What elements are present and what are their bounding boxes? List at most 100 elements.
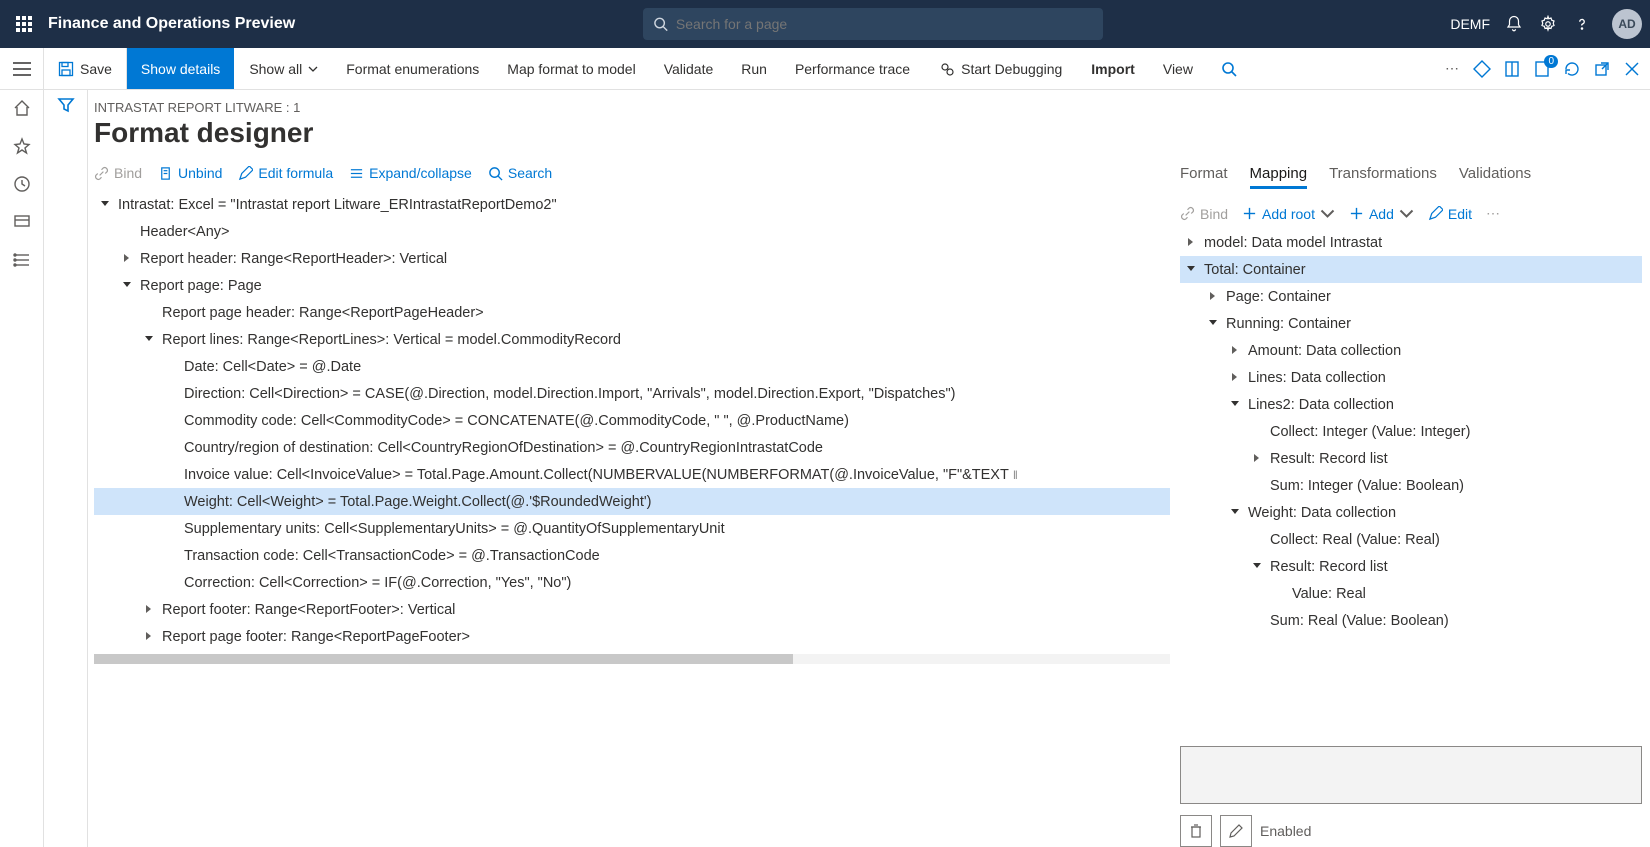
show-details-button[interactable]: Show details	[127, 48, 234, 89]
edit-detail-button[interactable]	[1220, 815, 1252, 847]
tree-node[interactable]: Date: Cell<Date> = @.Date	[94, 353, 1170, 380]
unbind-button[interactable]: Unbind	[158, 165, 222, 181]
diamond-icon[interactable]	[1472, 59, 1492, 79]
action-search-icon[interactable]	[1207, 48, 1251, 89]
start-debugging-button[interactable]: Start Debugging	[925, 48, 1076, 89]
tree-node[interactable]: Result: Record list	[1180, 553, 1642, 580]
bell-icon[interactable]	[1504, 14, 1524, 34]
save-button[interactable]: Save	[44, 48, 127, 89]
mapping-tree[interactable]: model: Data model IntrastatTotal: Contai…	[1180, 229, 1642, 634]
gear-icon[interactable]	[1538, 14, 1558, 34]
collapse-icon[interactable]	[1230, 507, 1242, 519]
help-icon[interactable]	[1572, 14, 1592, 34]
tree-node[interactable]: Result: Record list	[1180, 445, 1642, 472]
expand-icon[interactable]	[1186, 237, 1198, 249]
global-search[interactable]	[643, 8, 1103, 40]
format-tree[interactable]: Intrastat: Excel = "Intrastat report Lit…	[94, 191, 1170, 650]
office-icon[interactable]	[1502, 59, 1522, 79]
collapse-icon[interactable]	[144, 334, 156, 346]
search-tree-button[interactable]: Search	[488, 165, 552, 181]
avatar[interactable]: AD	[1612, 9, 1642, 39]
tree-node[interactable]: Country/region of destination: Cell<Coun…	[94, 434, 1170, 461]
bind-button[interactable]: Bind	[94, 165, 142, 181]
close-icon[interactable]	[1622, 59, 1642, 79]
expand-icon[interactable]	[1208, 291, 1220, 303]
expand-icon[interactable]	[122, 253, 134, 265]
tree-node[interactable]: Collect: Real (Value: Real)	[1180, 526, 1642, 553]
tree-node[interactable]: Sum: Real (Value: Boolean)	[1180, 607, 1642, 634]
tree-node[interactable]: Running: Container	[1180, 310, 1642, 337]
validate-button[interactable]: Validate	[650, 48, 728, 89]
add-root-button[interactable]: Add root	[1242, 206, 1335, 222]
star-icon[interactable]	[12, 136, 32, 156]
view-button[interactable]: View	[1149, 48, 1207, 89]
tree-node[interactable]: Supplementary units: Cell<SupplementaryU…	[94, 515, 1170, 542]
mapping-bind-button[interactable]: Bind	[1180, 206, 1228, 222]
run-button[interactable]: Run	[727, 48, 781, 89]
expand-collapse-button[interactable]: Expand/collapse	[349, 165, 472, 181]
tree-node[interactable]: Sum: Integer (Value: Boolean)	[1180, 472, 1642, 499]
tab-validations[interactable]: Validations	[1459, 161, 1531, 189]
filter-icon[interactable]	[57, 96, 75, 847]
tree-node[interactable]: Correction: Cell<Correction> = IF(@.Corr…	[94, 569, 1170, 596]
tree-node[interactable]: Report lines: Range<ReportLines>: Vertic…	[94, 326, 1170, 353]
tree-node[interactable]: Weight: Data collection	[1180, 499, 1642, 526]
waffle-icon[interactable]	[8, 8, 40, 40]
tab-mapping[interactable]: Mapping	[1250, 161, 1308, 189]
attachments-icon[interactable]: 0	[1532, 59, 1552, 79]
map-format-button[interactable]: Map format to model	[493, 48, 649, 89]
horizontal-scrollbar[interactable]	[94, 654, 1170, 664]
tree-node[interactable]: Header<Any>	[94, 218, 1170, 245]
collapse-icon[interactable]	[1252, 561, 1264, 573]
expand-icon[interactable]	[1252, 453, 1264, 465]
edit-formula-button[interactable]: Edit formula	[238, 165, 333, 181]
hamburger-icon[interactable]	[0, 48, 44, 89]
tree-node[interactable]: Amount: Data collection	[1180, 337, 1642, 364]
detail-textarea[interactable]	[1180, 746, 1642, 804]
performance-trace-button[interactable]: Performance trace	[781, 48, 924, 89]
tab-transformations[interactable]: Transformations	[1329, 161, 1437, 189]
collapse-icon[interactable]	[1186, 264, 1198, 276]
refresh-icon[interactable]	[1562, 59, 1582, 79]
tree-node[interactable]: Total: Container	[1180, 256, 1642, 283]
collapse-icon[interactable]	[100, 199, 112, 211]
company-label[interactable]: DEMF	[1450, 16, 1490, 32]
add-button[interactable]: Add	[1349, 206, 1414, 222]
modules-icon[interactable]	[12, 250, 32, 270]
mapping-more-icon[interactable]: ⋯	[1486, 205, 1500, 222]
tree-node[interactable]: Lines2: Data collection	[1180, 391, 1642, 418]
tree-node[interactable]: Report page header: Range<ReportPageHead…	[94, 299, 1170, 326]
edit-button[interactable]: Edit	[1428, 206, 1472, 222]
tree-node[interactable]: Lines: Data collection	[1180, 364, 1642, 391]
tree-node[interactable]: Report page: Page	[94, 272, 1170, 299]
tree-node[interactable]: model: Data model Intrastat	[1180, 229, 1642, 256]
tree-node[interactable]: Intrastat: Excel = "Intrastat report Lit…	[94, 191, 1170, 218]
collapse-icon[interactable]	[1208, 318, 1220, 330]
tree-node[interactable]: Report page footer: Range<ReportPageFoot…	[94, 623, 1170, 650]
collapse-icon[interactable]	[1230, 399, 1242, 411]
tree-node[interactable]: Transaction code: Cell<TransactionCode> …	[94, 542, 1170, 569]
tree-node[interactable]: Report header: Range<ReportHeader>: Vert…	[94, 245, 1170, 272]
expand-icon[interactable]	[144, 631, 156, 643]
tree-node[interactable]: Commodity code: Cell<CommodityCode> = CO…	[94, 407, 1170, 434]
tree-node[interactable]: Direction: Cell<Direction> = CASE(@.Dire…	[94, 380, 1170, 407]
home-icon[interactable]	[12, 98, 32, 118]
tree-node[interactable]: Page: Container	[1180, 283, 1642, 310]
expand-icon[interactable]	[144, 604, 156, 616]
expand-icon[interactable]	[1230, 345, 1242, 357]
format-enumerations-button[interactable]: Format enumerations	[332, 48, 493, 89]
show-all-button[interactable]: Show all	[235, 48, 332, 89]
more-icon[interactable]: ⋯	[1442, 59, 1462, 79]
tree-node[interactable]: Report footer: Range<ReportFooter>: Vert…	[94, 596, 1170, 623]
expand-icon[interactable]	[1230, 372, 1242, 384]
collapse-icon[interactable]	[122, 280, 134, 292]
tree-node[interactable]: Value: Real	[1180, 580, 1642, 607]
delete-detail-button[interactable]	[1180, 815, 1212, 847]
workspace-icon[interactable]	[12, 212, 32, 232]
popout-icon[interactable]	[1592, 59, 1612, 79]
recent-icon[interactable]	[12, 174, 32, 194]
global-search-input[interactable]	[676, 16, 1093, 32]
tree-node[interactable]: Invoice value: Cell<InvoiceValue> = Tota…	[94, 461, 1170, 488]
import-button[interactable]: Import	[1077, 48, 1149, 89]
tree-node[interactable]: Collect: Integer (Value: Integer)	[1180, 418, 1642, 445]
